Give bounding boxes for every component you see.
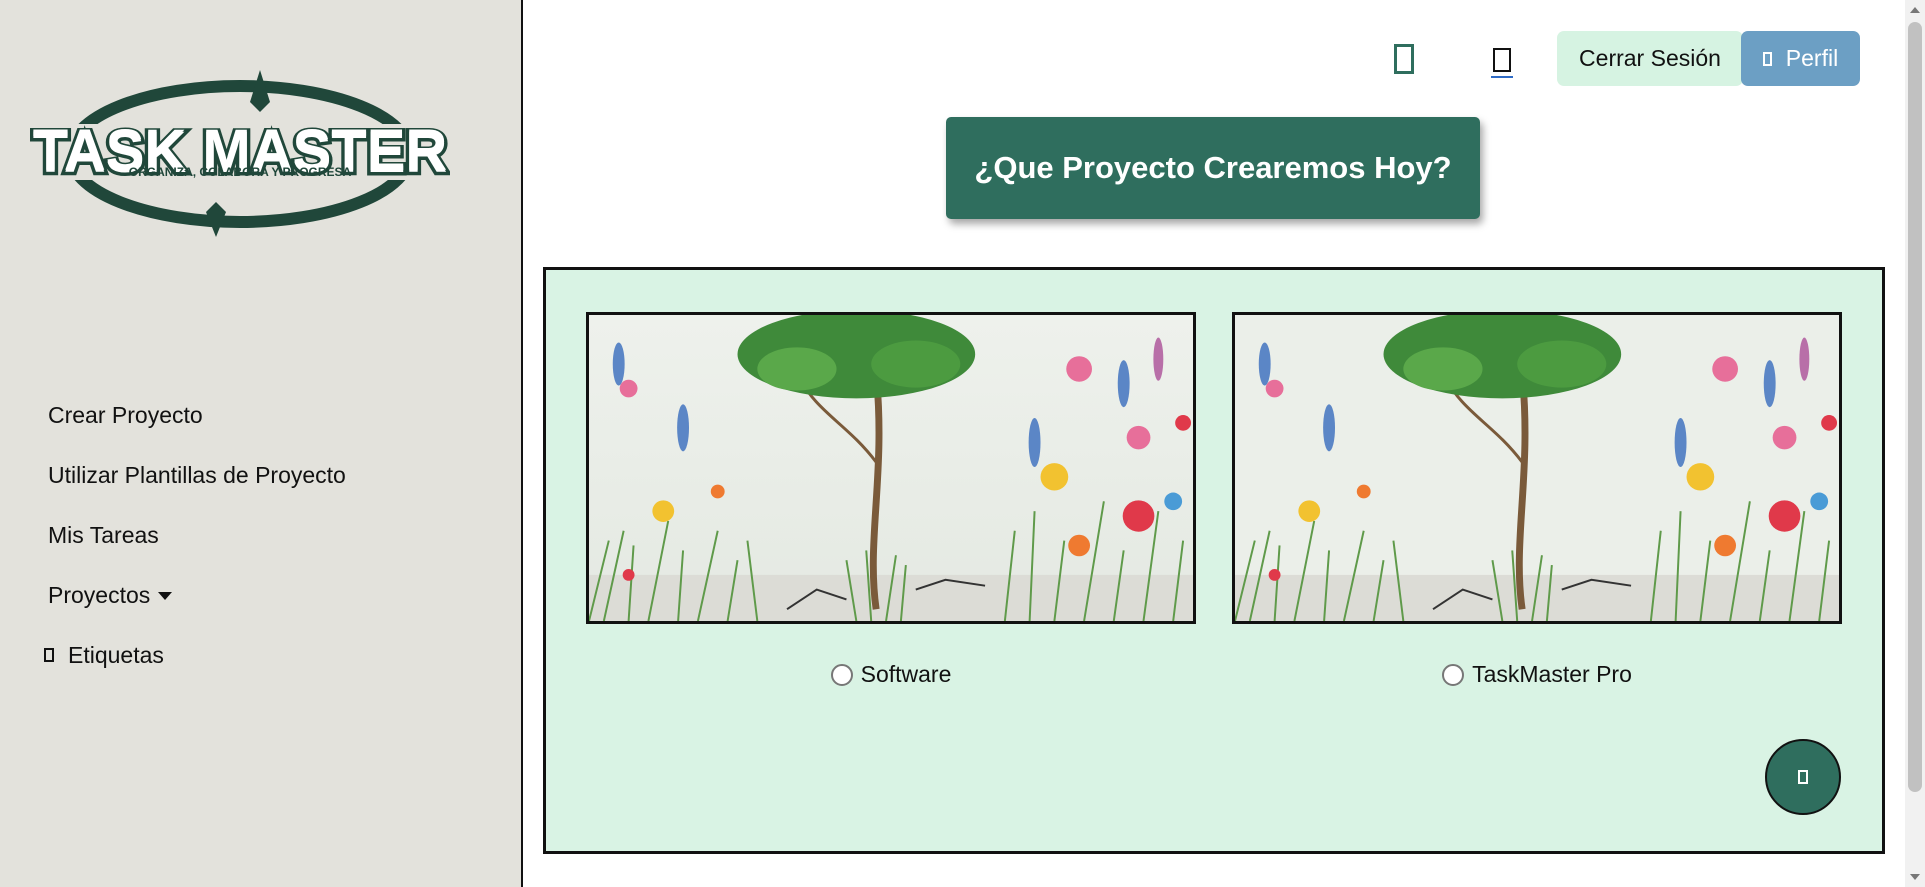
task-master-logo[interactable]: TASK MASTER TASK MASTER ORGANIZA, COLABO… (29, 62, 451, 242)
main-content: Cerrar Sesión Perfil ¿Que Proyecto Crear… (525, 0, 1905, 887)
sidebar-item-crear-proyecto[interactable]: Crear Proyecto (48, 385, 346, 445)
template-label-taskmaster-pro: TaskMaster Pro (1472, 661, 1632, 687)
sidebar-item-etiquetas[interactable]: Etiquetas (44, 625, 346, 685)
scroll-down-icon[interactable] (1910, 874, 1920, 880)
sidebar-item-label: Mis Tareas (48, 521, 159, 548)
flowers-tree-image (589, 315, 1193, 621)
template-radio-taskmaster-pro[interactable] (1442, 663, 1465, 686)
sidebar-nav: Crear Proyecto Utilizar Plantillas de Pr… (44, 385, 346, 685)
notifications-icon[interactable] (1394, 44, 1414, 74)
tag-icon (44, 648, 54, 662)
user-icon (1762, 51, 1772, 66)
template-radio-software[interactable] (830, 663, 853, 686)
logo-tagline: ORGANIZA, COLABORA Y PROGRESA (129, 165, 352, 179)
template-option-software[interactable]: Software (586, 661, 1196, 688)
template-option-taskmaster-pro[interactable]: TaskMaster Pro (1232, 661, 1842, 688)
template-label-software: Software (860, 661, 952, 687)
help-icon (1798, 770, 1808, 784)
template-image-software[interactable] (586, 312, 1196, 624)
sidebar: TASK MASTER TASK MASTER ORGANIZA, COLABO… (0, 0, 523, 887)
sidebar-item-plantillas[interactable]: Utilizar Plantillas de Proyecto (48, 445, 346, 505)
template-card-taskmaster-pro: TaskMaster Pro (1232, 312, 1842, 688)
floating-action-button[interactable] (1765, 739, 1841, 815)
sidebar-item-proyectos-dropdown[interactable]: Proyectos (48, 565, 346, 625)
sidebar-item-label: Etiquetas (68, 641, 164, 668)
sidebar-item-label: Crear Proyecto (48, 401, 203, 428)
new-project-hero-button[interactable]: ¿Que Proyecto Crearemos Hoy? (946, 117, 1480, 219)
template-card-software: Software (586, 312, 1196, 688)
logout-button[interactable]: Cerrar Sesión (1557, 31, 1743, 86)
template-image-taskmaster-pro[interactable] (1232, 312, 1842, 624)
sidebar-item-label: Utilizar Plantillas de Proyecto (48, 461, 346, 488)
settings-link-icon[interactable] (1491, 48, 1513, 78)
caret-down-icon (158, 592, 173, 600)
vertical-scrollbar[interactable] (1905, 0, 1925, 887)
sidebar-item-label: Proyectos (48, 581, 151, 608)
template-panel: Software TaskMaster Pro (543, 267, 1885, 854)
sidebar-item-mis-tareas[interactable]: Mis Tareas (48, 505, 346, 565)
flowers-tree-image (1235, 315, 1839, 621)
profile-button-label: Perfil (1785, 45, 1839, 71)
scrollbar-thumb[interactable] (1908, 22, 1922, 792)
profile-button[interactable]: Perfil (1741, 31, 1860, 86)
scroll-up-icon[interactable] (1910, 7, 1920, 13)
